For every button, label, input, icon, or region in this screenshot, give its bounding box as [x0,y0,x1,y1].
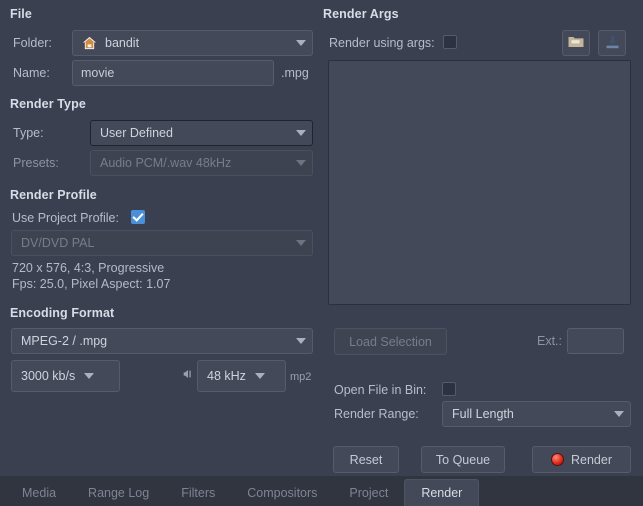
tab-render[interactable]: Render [404,479,480,506]
presets-value: Audio PCM/.wav 48kHz [100,156,232,170]
tab-filters[interactable]: Filters [165,481,231,506]
audio-codec-label: mp2 [290,371,312,383]
load-selection-button[interactable]: Load Selection [334,328,447,355]
render-profile-value: DV/DVD PAL [21,236,95,250]
name-input[interactable]: movie [72,60,274,86]
presets-combobox[interactable]: Audio PCM/.wav 48kHz [90,150,313,176]
render-range-value: Full Length [452,407,514,421]
chevron-down-icon [84,373,95,379]
tab-project[interactable]: Project [333,481,404,506]
save-download-icon [605,35,620,52]
presets-label: Presets: [13,156,59,170]
open-file-in-bin-label: Open File in Bin: [334,383,427,397]
render-args-text [329,61,630,69]
render-using-args-label: Render using args: [329,36,435,50]
chevron-down-icon [296,338,306,344]
left-column: File Folder: bandit Name: movie .mpg Ren… [0,0,320,476]
ext-input[interactable] [567,328,624,354]
folder-open-icon [568,35,584,51]
right-column: Render Args Render using args: Load Sele… [320,0,643,476]
chevron-down-icon [254,373,265,379]
reset-label: Reset [349,452,383,467]
encoding-format-combobox[interactable]: MPEG-2 / .mpg [11,328,313,354]
profile-info-line-1: 720 x 576, 4:3, Progressive [12,261,165,275]
speaker-icon [183,368,193,380]
use-project-profile-label: Use Project Profile: [12,211,119,225]
ext-label: Ext.: [537,334,563,348]
render-type-section-title: Render Type [10,97,86,111]
profile-info-line-2: Fps: 25.0, Pixel Aspect: 1.07 [12,277,171,291]
render-button[interactable]: Render [532,446,631,473]
save-args-button[interactable] [598,30,626,56]
open-file-in-bin-checkbox[interactable] [442,382,456,396]
render-type-value: User Defined [100,126,173,140]
name-label: Name: [13,66,50,80]
load-selection-label: Load Selection [349,334,432,349]
chevron-down-icon [296,160,306,166]
chevron-down-icon [296,40,306,46]
render-type-combobox[interactable]: User Defined [90,120,313,146]
tab-range-log[interactable]: Range Log [72,481,165,506]
render-profile-section-title: Render Profile [10,188,97,202]
chevron-down-icon [296,240,306,246]
render-args-textarea[interactable] [328,60,631,305]
render-range-combobox[interactable]: Full Length [442,401,631,427]
encoding-format-value: MPEG-2 / .mpg [21,334,108,348]
file-section-title: File [10,7,32,21]
folder-value: bandit [105,36,140,50]
to-queue-button[interactable]: To Queue [421,446,505,473]
extension-suffix: .mpg [281,66,309,80]
tab-bar: Media Range Log Filters Compositors Proj… [0,476,643,506]
render-using-args-checkbox[interactable] [443,35,457,49]
samplerate-combobox[interactable]: 48 kHz [197,360,286,392]
tab-compositors[interactable]: Compositors [231,481,333,506]
reset-button[interactable]: Reset [333,446,399,473]
load-args-button[interactable] [562,30,590,56]
render-panel: File Folder: bandit Name: movie .mpg Ren… [0,0,643,476]
use-project-profile-checkbox[interactable] [131,210,145,224]
render-args-section-title: Render Args [323,7,399,21]
bitrate-combobox[interactable]: 3000 kb/s [11,360,120,392]
home-icon [82,36,98,50]
chevron-down-icon [614,411,624,417]
render-label: Render [571,452,612,467]
render-profile-combobox[interactable]: DV/DVD PAL [11,230,313,256]
tab-media[interactable]: Media [6,481,72,506]
type-label: Type: [13,126,44,140]
chevron-down-icon [296,130,306,136]
folder-label: Folder: [13,36,52,50]
bitrate-value: 3000 kb/s [21,369,76,383]
to-queue-label: To Queue [435,452,491,467]
record-dot-icon [551,453,564,466]
render-range-label: Render Range: [334,407,419,421]
folder-combobox[interactable]: bandit [72,30,313,56]
encoding-format-section-title: Encoding Format [10,306,115,320]
samplerate-value: 48 kHz [207,369,246,383]
name-value: movie [81,66,115,80]
